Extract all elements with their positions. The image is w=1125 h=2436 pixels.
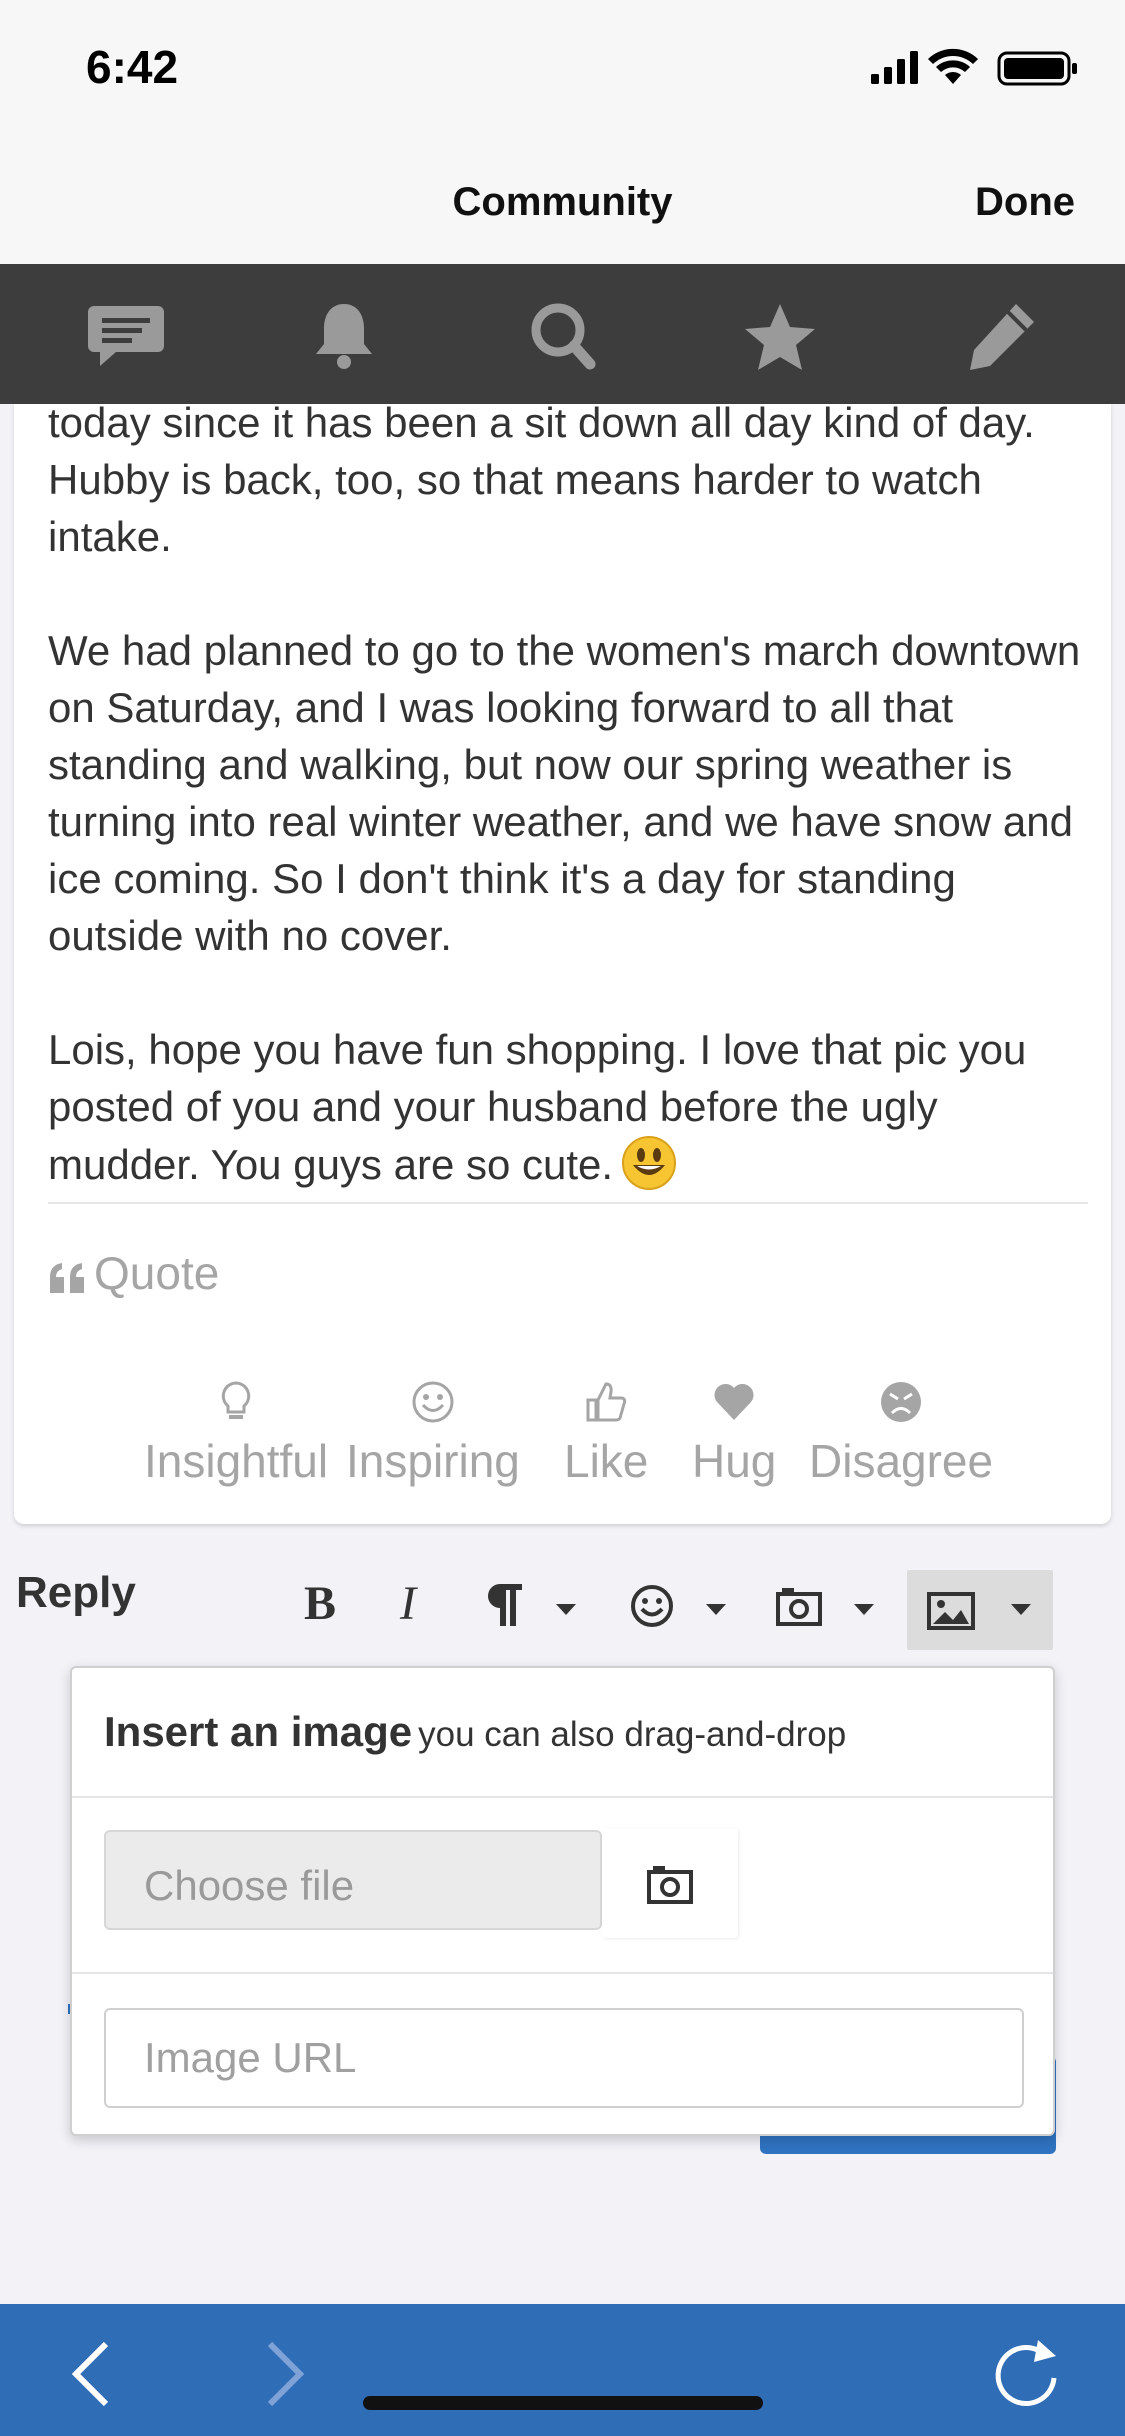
camera-button[interactable] <box>602 1828 738 1938</box>
quote-button[interactable]: Quote <box>48 1246 219 1300</box>
chevron-down-icon <box>854 1604 874 1615</box>
reaction-label: Like <box>564 1435 649 1487</box>
reaction-inspiring[interactable]: Inspiring <box>346 1380 520 1488</box>
chevron-down-icon <box>706 1604 726 1615</box>
italic-button[interactable]: I <box>400 1576 416 1634</box>
reply-heading: Reply <box>16 1568 136 1617</box>
paragraph-icon <box>488 1584 522 1626</box>
back-arrow-icon[interactable] <box>60 2334 140 2414</box>
done-button[interactable]: Done <box>975 180 1075 225</box>
smiley-emoji-icon <box>621 1135 677 1191</box>
post-paragraph-last: Lois, hope you have fun shopping. I love… <box>48 1021 1088 1193</box>
post-paragraph: We had planned to go to the women's marc… <box>48 627 1081 959</box>
choose-file-button[interactable]: Choose file <box>104 1830 602 1930</box>
page-title: Community <box>452 180 673 224</box>
browser-bottom-bar <box>0 2304 1125 2436</box>
reaction-hug[interactable]: Hug <box>692 1380 776 1488</box>
chevron-down-icon <box>556 1604 576 1615</box>
image-icon <box>927 1592 975 1630</box>
search-icon[interactable] <box>522 300 602 372</box>
reaction-label: Hug <box>692 1435 777 1487</box>
post-paragraph-text: Lois, hope you have fun shopping. I love… <box>48 1026 1027 1188</box>
quote-icon <box>50 1263 84 1293</box>
insert-image-popup: Insert an image you can also drag-and-dro… <box>70 1666 1055 2136</box>
thumbs-up-icon <box>586 1382 627 1422</box>
chevron-down-icon <box>1011 1604 1031 1615</box>
lightbulb-icon <box>221 1381 251 1419</box>
signal-icon <box>871 51 918 84</box>
star-icon[interactable] <box>740 300 820 372</box>
reaction-like[interactable]: Like <box>564 1380 648 1488</box>
reaction-insightful[interactable]: Insightful <box>144 1380 328 1488</box>
reactions-bar: Insightful Inspiring Like Hug Disagree <box>14 1380 1111 1500</box>
heart-icon <box>714 1383 754 1420</box>
status-icons <box>871 48 1081 88</box>
reaction-label: Insightful <box>144 1435 329 1487</box>
forward-arrow-icon[interactable] <box>250 2334 330 2414</box>
popup-subtitle: you can also drag-and-drop <box>418 1715 847 1754</box>
status-bar: 6:42 <box>0 0 1125 130</box>
reaction-label: Disagree <box>809 1435 994 1487</box>
insert-image-button[interactable] <box>907 1570 1053 1650</box>
smile-icon <box>412 1381 454 1423</box>
forum-toolbar <box>0 264 1125 404</box>
camera-icon <box>776 1588 822 1626</box>
angry-face-icon <box>881 1382 922 1422</box>
conversations-icon[interactable] <box>86 300 166 372</box>
popup-divider <box>72 1972 1053 1974</box>
bold-button[interactable]: B <box>304 1576 336 1634</box>
bell-icon[interactable] <box>304 300 384 372</box>
status-time: 6:42 <box>86 41 179 93</box>
reaction-disagree[interactable]: Disagree <box>809 1380 993 1488</box>
post-divider <box>48 1202 1088 1204</box>
nav-bar: Community Done <box>0 130 1125 264</box>
refresh-icon[interactable] <box>986 2334 1066 2414</box>
post-card: today since it has been a sit down all d… <box>14 404 1111 1524</box>
post-paragraph: today since it has been a sit down all d… <box>48 404 1035 560</box>
wifi-icon <box>928 48 978 84</box>
paragraph-format-button[interactable] <box>484 1576 576 1634</box>
image-url-input[interactable] <box>104 2008 1024 2108</box>
pencil-icon[interactable] <box>960 300 1040 372</box>
popup-header: Insert an image you can also drag-and-dro… <box>72 1668 1053 1798</box>
battery-icon <box>997 51 1077 86</box>
emoji-button[interactable] <box>630 1576 726 1634</box>
smile-icon <box>631 1585 673 1627</box>
post-body: today since it has been a sit down all d… <box>48 404 1088 1193</box>
camera-icon <box>647 1866 693 1904</box>
reaction-label: Inspiring <box>346 1435 520 1487</box>
popup-title: Insert an image you can also drag-and-dro… <box>104 1708 846 1756</box>
popup-title-text: Insert an image <box>104 1708 413 1755</box>
quote-label: Quote <box>94 1247 220 1299</box>
media-button[interactable] <box>776 1576 876 1634</box>
home-indicator <box>363 2396 763 2410</box>
